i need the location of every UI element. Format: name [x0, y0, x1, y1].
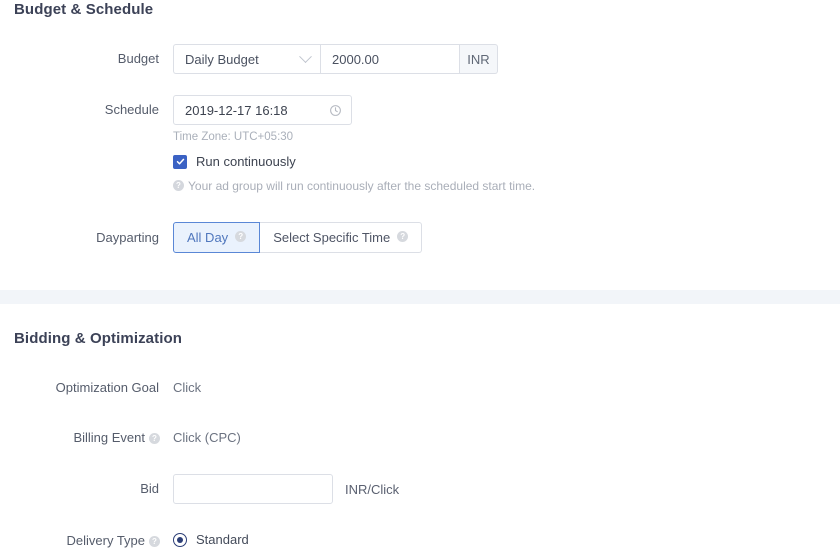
help-circle-icon: ?	[397, 231, 409, 242]
clock-icon	[329, 104, 342, 117]
delivery-type-label: Delivery Type	[66, 533, 145, 548]
help-circle-icon: ?	[235, 231, 247, 242]
budget-control-group: Daily Budget 2000.00 INR	[173, 44, 498, 74]
delivery-type-option-standard[interactable]: Standard	[173, 532, 249, 547]
schedule-hint-text: Your ad group will run continuously afte…	[188, 179, 536, 193]
delivery-type-standard-radio[interactable]	[173, 532, 187, 547]
optimization-goal-label: Optimization Goal	[55, 380, 159, 395]
budget-amount-value: 2000.00	[332, 51, 379, 67]
bid-input[interactable]	[173, 474, 333, 504]
budget-label: Budget	[117, 51, 159, 66]
bid-unit-label: INR/Click	[345, 481, 400, 497]
section-divider	[0, 290, 840, 304]
budget-currency-suffix: INR	[460, 44, 498, 74]
bid-label: Bid	[140, 481, 159, 496]
schedule-datetime-value: 2019-12-17 16:18	[185, 102, 288, 118]
help-circle-icon: ?	[149, 433, 160, 445]
dayparting-option-specific-time-label: Select Specific Time	[273, 230, 391, 245]
billing-event-value: Click (CPC)	[173, 430, 241, 445]
dayparting-option-all-day[interactable]: All Day ?	[173, 222, 261, 253]
help-circle-icon: ?	[173, 179, 184, 191]
budget-type-value: Daily Budget	[185, 51, 259, 67]
optimization-goal-value: Click	[173, 380, 202, 395]
schedule-hint: ? Your ad group will run continuously af…	[173, 179, 535, 193]
run-continuously-checkbox[interactable]	[173, 154, 187, 169]
budget-schedule-heading: Budget & Schedule	[14, 1, 154, 18]
run-continuously-label: Run continuously	[196, 154, 296, 169]
radio-dot	[177, 536, 183, 543]
billing-event-label: Billing Event	[73, 430, 145, 445]
delivery-type-standard-label: Standard	[196, 532, 249, 547]
dayparting-segmented-control: All Day ? Select Specific Time ?	[173, 222, 423, 253]
budget-amount-input[interactable]: 2000.00	[320, 44, 460, 74]
dayparting-label: Dayparting	[96, 230, 159, 245]
dayparting-option-specific-time[interactable]: Select Specific Time ?	[260, 222, 423, 253]
timezone-text: Time Zone: UTC+05:30	[173, 131, 294, 143]
help-circle-icon: ?	[149, 536, 160, 548]
schedule-datetime-input[interactable]: 2019-12-17 16:18	[173, 95, 352, 125]
bidding-optimization-heading: Bidding & Optimization	[14, 330, 183, 347]
dayparting-option-all-day-label: All Day	[187, 230, 229, 245]
schedule-label: Schedule	[104, 102, 159, 117]
chevron-down-icon	[299, 49, 312, 63]
run-continuously-checkbox-row[interactable]: Run continuously	[173, 154, 296, 169]
budget-type-select[interactable]: Daily Budget	[173, 44, 320, 74]
